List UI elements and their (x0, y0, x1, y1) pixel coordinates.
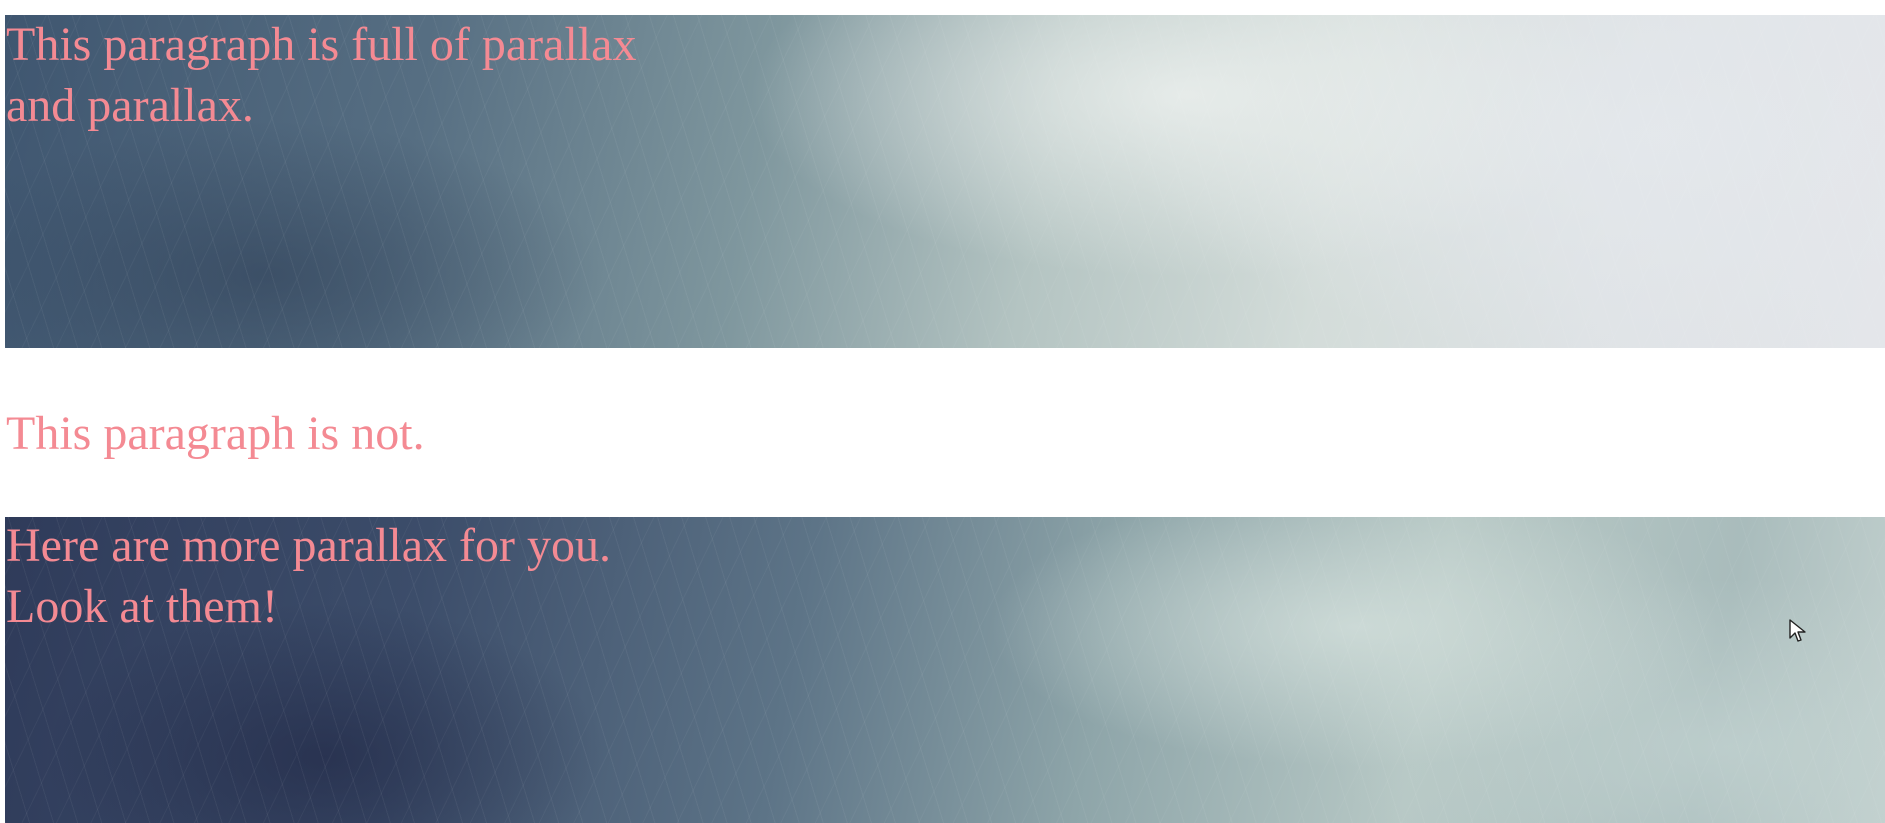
plain-paragraph: This paragraph is not. (6, 407, 425, 460)
parallax-paragraph-1: This paragraph is full of parallax and p… (6, 18, 637, 132)
mouse-pointer-icon (1789, 619, 1806, 642)
page: This paragraph is full of parallax and p… (0, 0, 1885, 823)
parallax-paragraph-2: Here are more parallax for you. Look at … (6, 519, 612, 633)
